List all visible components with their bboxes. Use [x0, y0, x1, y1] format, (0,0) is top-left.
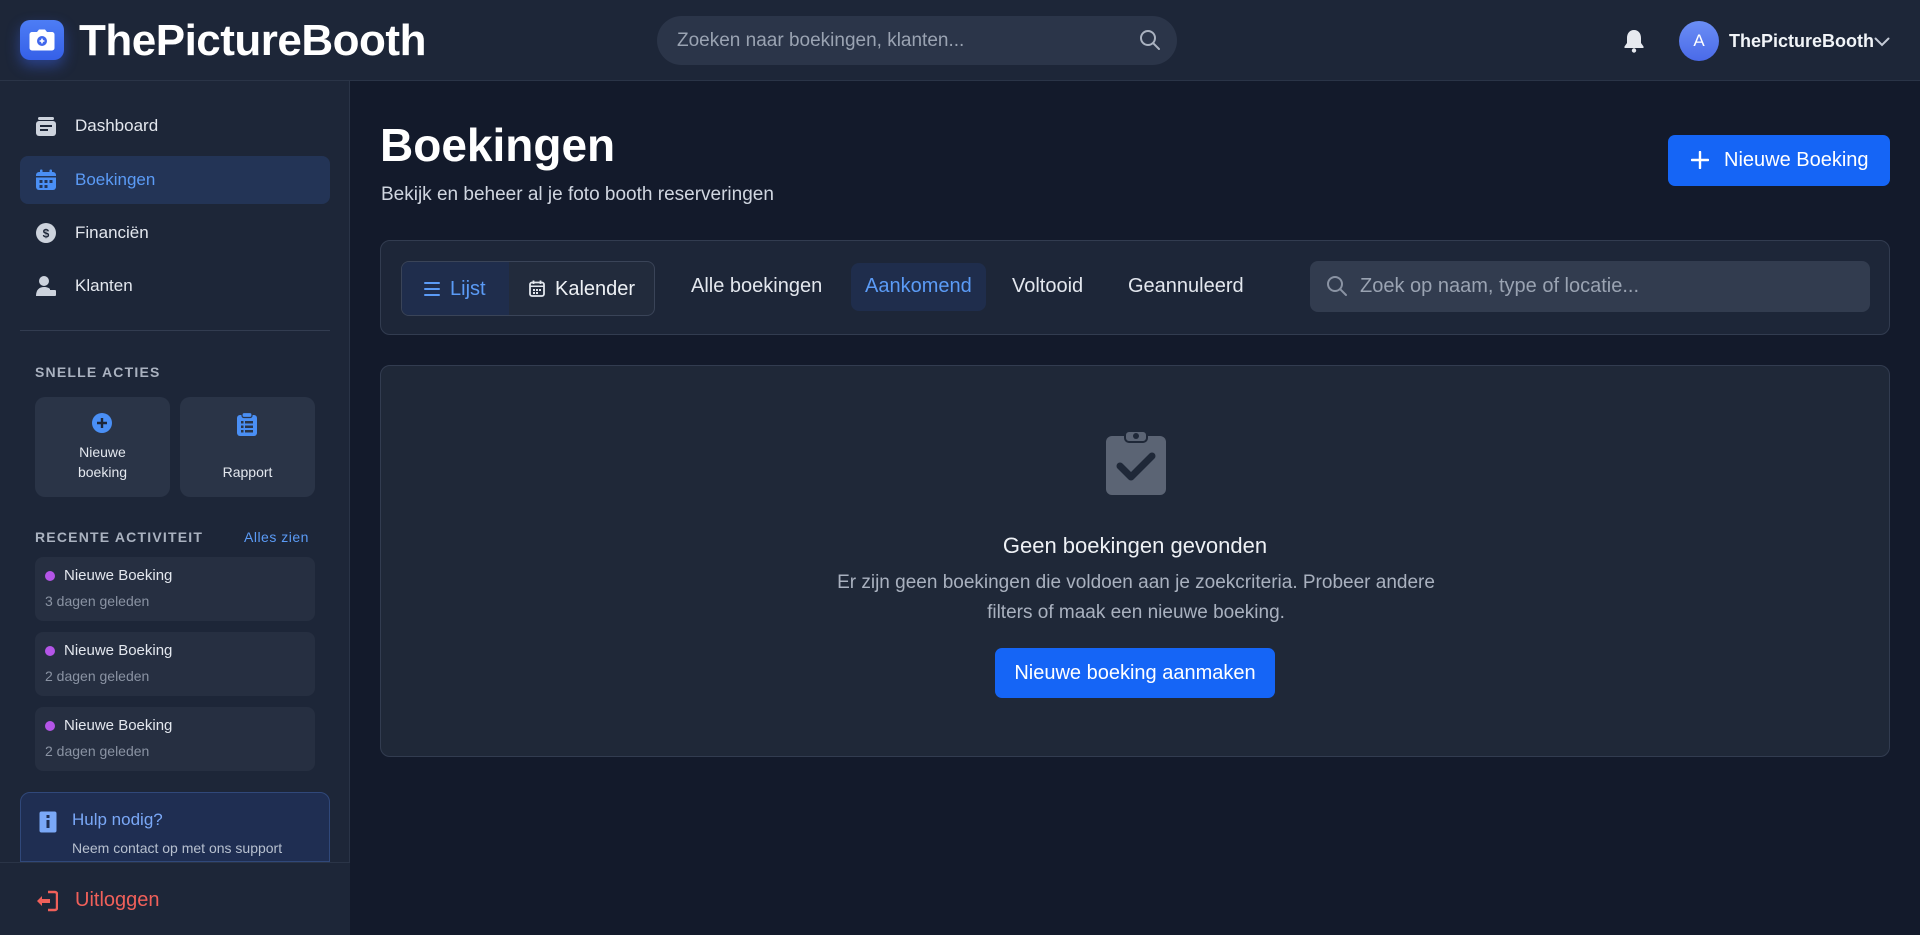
user-name[interactable]: ThePictureBooth	[1729, 31, 1874, 52]
activity-title: Nieuwe Boeking	[64, 642, 173, 659]
activity-item[interactable]: Nieuwe Boeking 3 dagen geleden	[35, 557, 315, 621]
view-list-label: Lijst	[450, 278, 486, 300]
activity-item[interactable]: Nieuwe Boeking 2 dagen geleden	[35, 632, 315, 696]
view-calendar-button[interactable]: Kalender	[509, 262, 654, 315]
calendar-icon	[35, 169, 57, 191]
create-booking-button[interactable]: Nieuwe boeking aanmaken	[995, 648, 1275, 698]
svg-text:$: $	[43, 227, 50, 241]
tab-upcoming[interactable]: Aankomend	[851, 263, 986, 311]
sidebar-divider	[20, 330, 330, 331]
activity-time: 3 dagen geleden	[45, 593, 150, 609]
chevron-down-icon[interactable]	[1874, 34, 1890, 52]
quick-actions-title: SNELLE ACTIES	[35, 364, 161, 380]
view-list-button[interactable]: Lijst	[402, 262, 509, 315]
top-bar: ThePictureBooth A ThePictureBooth	[0, 0, 1920, 81]
activity-title: Nieuwe Boeking	[64, 567, 173, 584]
new-booking-button-label: Nieuwe Boeking	[1724, 149, 1869, 171]
help-box[interactable]: Hulp nodig? Neem contact op met ons supp…	[20, 792, 330, 862]
clipboard-check-icon	[1105, 430, 1167, 501]
user-icon	[35, 275, 57, 297]
dashboard-icon	[35, 115, 57, 137]
help-description: Neem contact op met ons support	[72, 840, 283, 856]
filter-search-input[interactable]	[1360, 261, 1860, 312]
search-icon	[1326, 275, 1348, 302]
quick-action-label: Nieuwe boeking	[77, 444, 128, 480]
filter-bar: Lijst Kalender Alle boekingen Aankomend …	[380, 240, 1890, 335]
global-search-input[interactable]	[657, 29, 1117, 52]
activity-item[interactable]: Nieuwe Boeking 2 dagen geleden	[35, 707, 315, 771]
clipboard-list-icon	[236, 411, 258, 441]
view-calendar-label: Kalender	[555, 278, 636, 300]
app-logo-text[interactable]: ThePictureBooth	[79, 14, 426, 68]
calendar-icon	[529, 280, 545, 302]
see-all-link[interactable]: Alles zien	[244, 529, 309, 545]
camera-logo-icon[interactable]	[20, 20, 64, 60]
sidebar: Dashboard Boekingen $ Financiën Klanten …	[0, 81, 350, 935]
view-toggle: Lijst Kalender	[401, 261, 655, 316]
activity-status-dot	[45, 571, 55, 581]
sidebar-item-bookings[interactable]: Boekingen	[20, 156, 330, 204]
logout-icon[interactable]	[36, 890, 59, 917]
user-avatar[interactable]: A	[1679, 21, 1719, 61]
notifications-bell-icon[interactable]	[1623, 29, 1645, 58]
list-icon	[424, 281, 440, 302]
tab-all-bookings[interactable]: Alle boekingen	[691, 275, 822, 298]
activity-title: Nieuwe Boeking	[64, 717, 173, 734]
empty-state-description: Er zijn geen boekingen die voldoen aan j…	[837, 572, 1435, 623]
sidebar-item-label: Boekingen	[75, 170, 156, 189]
tab-completed[interactable]: Voltooid	[1012, 275, 1083, 298]
page-title: Boekingen	[380, 119, 616, 171]
new-booking-button[interactable]: Nieuwe Boeking	[1668, 135, 1890, 186]
filter-search[interactable]	[1310, 261, 1870, 312]
help-title: Hulp nodig?	[72, 810, 163, 829]
tab-cancelled[interactable]: Geannuleerd	[1128, 275, 1244, 298]
sidebar-item-clients[interactable]: Klanten	[20, 262, 330, 310]
logout-button[interactable]: Uitloggen	[75, 889, 160, 912]
quick-action-label: Rapport	[222, 464, 273, 480]
activity-status-dot	[45, 646, 55, 656]
activity-status-dot	[45, 721, 55, 731]
empty-state-title: Geen boekingen gevonden	[1002, 533, 1268, 558]
plus-icon	[1690, 150, 1710, 175]
sidebar-item-label: Financiën	[75, 223, 149, 242]
activity-time: 2 dagen geleden	[45, 743, 150, 759]
sidebar-item-finances[interactable]: $ Financiën	[20, 209, 330, 257]
global-search[interactable]	[657, 16, 1177, 65]
page-subtitle: Bekijk en beheer al je foto booth reserv…	[381, 184, 774, 205]
quick-action-report[interactable]: Rapport	[180, 397, 315, 497]
sidebar-item-dashboard[interactable]: Dashboard	[20, 102, 330, 150]
recent-activity-title: RECENTE ACTIVITEIT	[35, 529, 204, 545]
quick-action-new-booking[interactable]: Nieuwe boeking	[35, 397, 170, 497]
sidebar-footer: Uitloggen	[0, 862, 350, 935]
plus-circle-icon	[91, 412, 113, 439]
search-icon[interactable]	[1139, 29, 1161, 56]
sidebar-item-label: Klanten	[75, 276, 133, 295]
activity-time: 2 dagen geleden	[45, 668, 150, 684]
sidebar-item-label: Dashboard	[75, 116, 159, 135]
dollar-icon: $	[35, 222, 57, 244]
empty-state-panel: Geen boekingen gevonden Er zijn geen boe…	[380, 365, 1890, 757]
help-book-icon	[39, 811, 57, 838]
